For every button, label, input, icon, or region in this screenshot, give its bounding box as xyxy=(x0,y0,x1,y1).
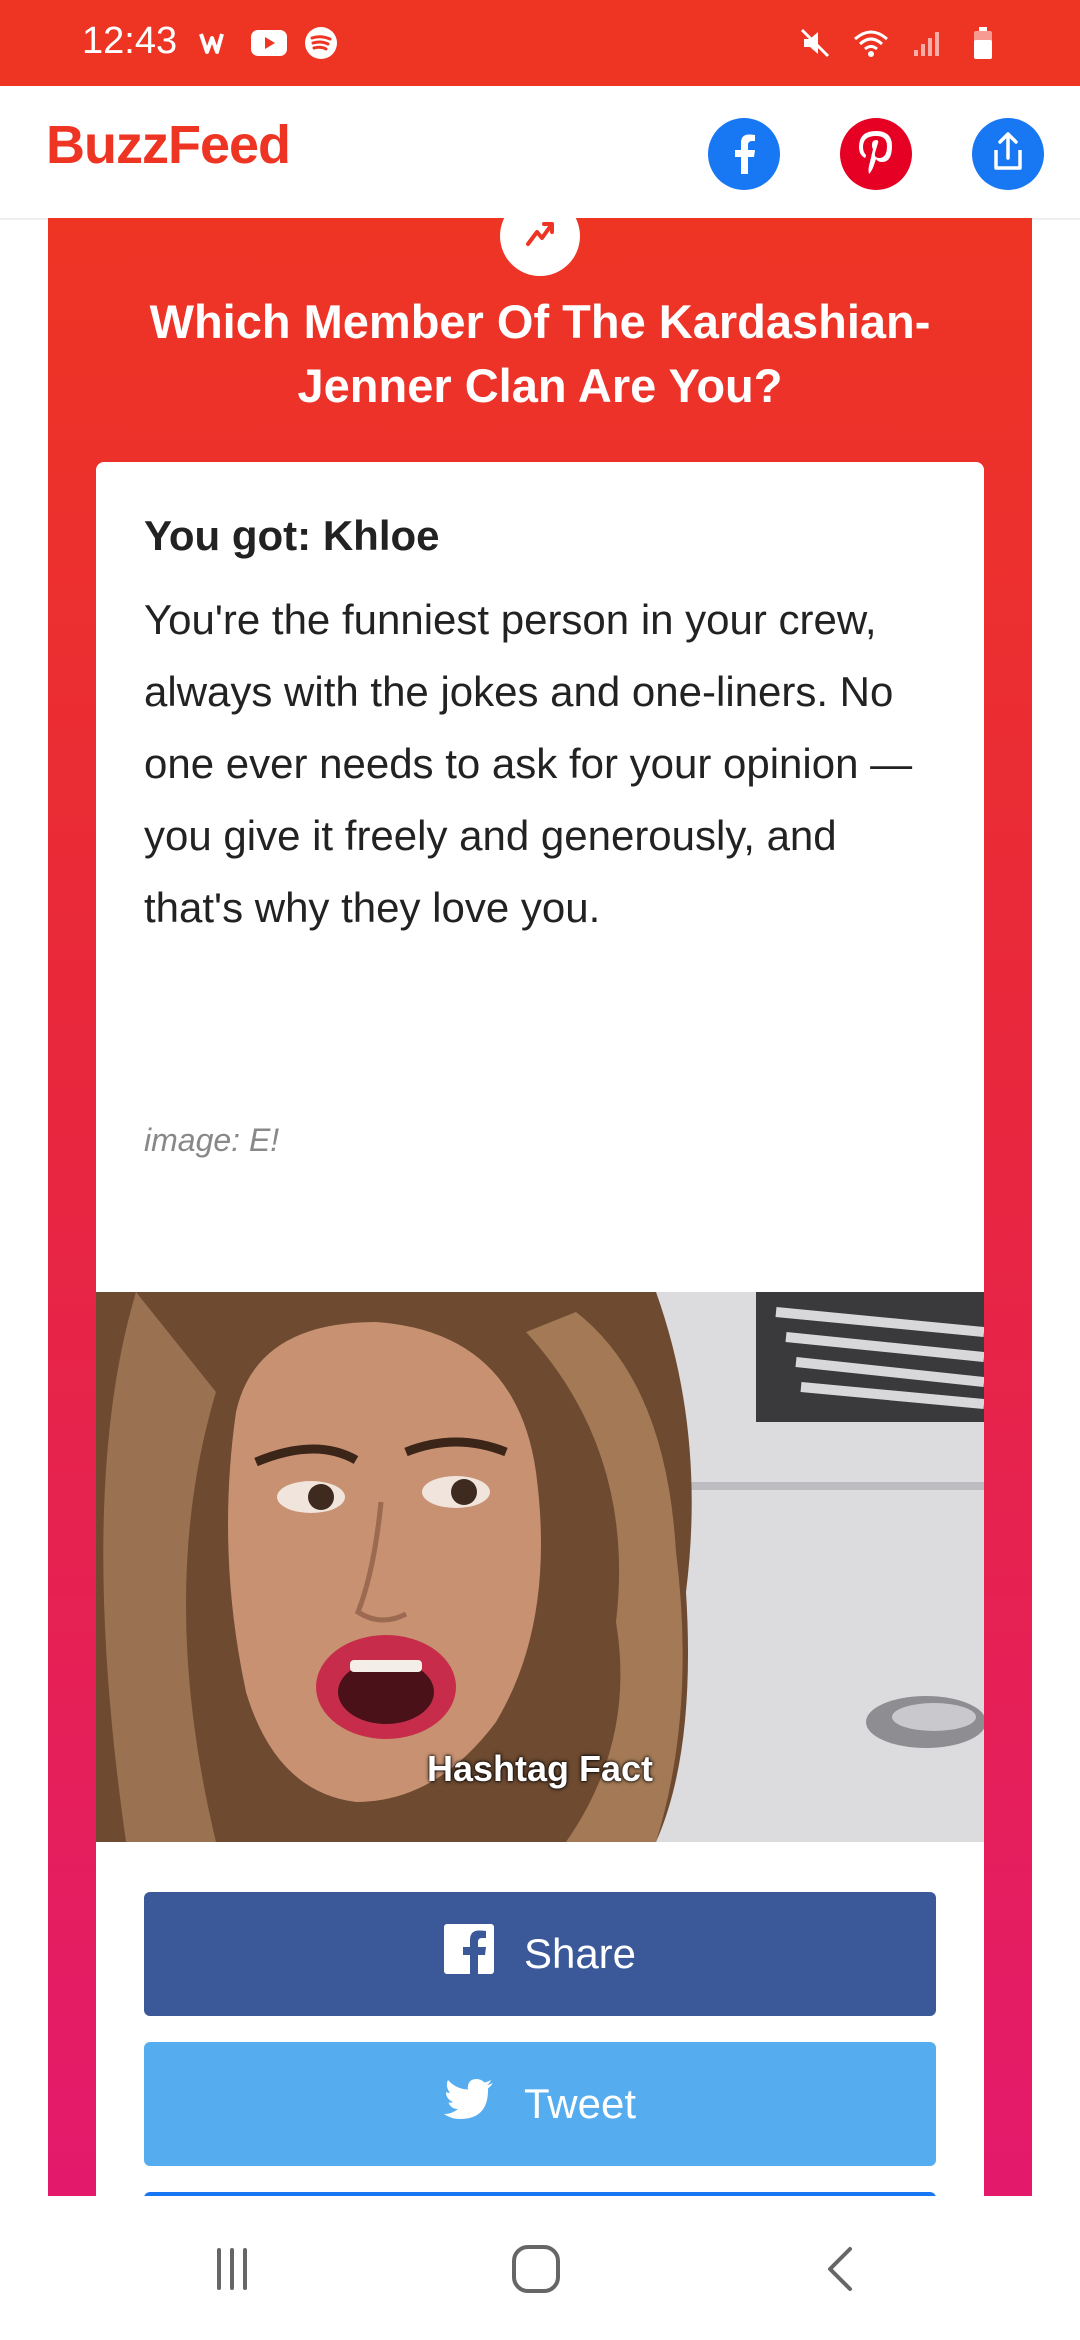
twitter-bird-icon xyxy=(443,2078,494,2130)
spotify-icon xyxy=(302,24,340,62)
facebook-share-button[interactable] xyxy=(708,118,780,190)
trending-badge xyxy=(500,218,580,276)
quiz-result-card: Which Member Of The Kardashian-Jenner Cl… xyxy=(48,218,1032,2196)
mute-icon xyxy=(796,24,834,62)
back-icon xyxy=(820,2243,860,2300)
pinterest-icon xyxy=(854,128,898,181)
tweet-button-label: Tweet xyxy=(523,2080,637,2127)
home-icon xyxy=(508,2241,564,2302)
back-button[interactable] xyxy=(800,2236,880,2306)
webtoon-icon xyxy=(198,24,236,62)
quiz-title: Which Member Of The Kardashian-Jenner Cl… xyxy=(149,295,931,412)
result-description: You're the funniest person in your crew,… xyxy=(144,596,913,931)
result-gif: Hashtag Fact xyxy=(96,1292,984,1842)
pinterest-share-button[interactable] xyxy=(840,118,912,190)
wifi-icon xyxy=(852,24,890,62)
facebook-square-icon xyxy=(443,1924,494,1984)
home-button[interactable] xyxy=(496,2236,576,2306)
result-content: You got: Khloe You're the funniest perso… xyxy=(96,462,984,2196)
youtube-icon xyxy=(250,24,288,62)
signal-icon xyxy=(908,24,946,62)
result-heading: You got: Khloe xyxy=(144,512,440,559)
gif-caption: Hashtag Fact xyxy=(426,1748,654,1789)
facebook-share-result-button[interactable]: Share xyxy=(144,1892,936,2016)
recents-button[interactable] xyxy=(192,2236,272,2306)
system-nav-bar xyxy=(0,2196,1080,2340)
share-button-label: Share xyxy=(523,1930,637,1977)
buzzfeed-logo[interactable]: BuzzFeed xyxy=(46,114,291,176)
status-bar: 12:43 xyxy=(0,0,1080,86)
status-time: 12:43 xyxy=(82,20,178,62)
trending-arrow-icon xyxy=(522,218,558,257)
native-share-button[interactable] xyxy=(972,118,1044,190)
facebook-icon xyxy=(724,130,764,179)
site-header: BuzzFeed xyxy=(0,86,1080,220)
share-icon xyxy=(988,130,1028,179)
battery-icon xyxy=(964,24,1002,62)
recents-icon xyxy=(207,2244,257,2299)
image-credit: image: E! xyxy=(144,1122,280,1158)
tweet-result-button[interactable]: Tweet xyxy=(144,2042,936,2166)
